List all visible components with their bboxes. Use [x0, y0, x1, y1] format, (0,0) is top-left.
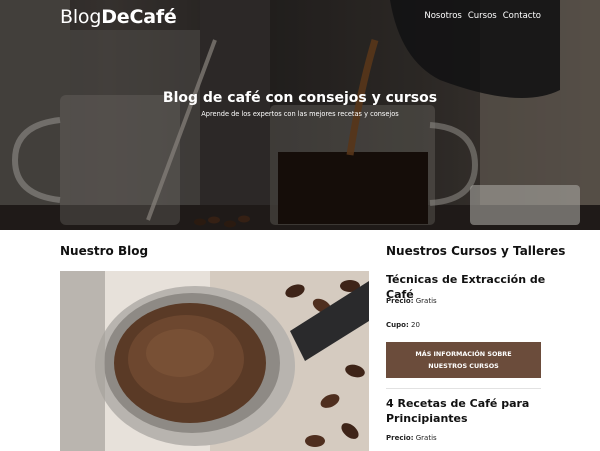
- course-divider: [386, 388, 541, 389]
- cupo-value: 20: [410, 321, 420, 329]
- main-nav: Nosotros Cursos Contacto: [424, 11, 541, 21]
- site-logo[interactable]: BlogDeCafé: [60, 6, 177, 28]
- more-info-button[interactable]: Más información sobre nuestros cursos: [386, 342, 541, 378]
- course-title[interactable]: 4 Recetas de Café para Principiantes: [386, 396, 546, 426]
- nav-link-nosotros[interactable]: Nosotros: [424, 11, 461, 21]
- blog-heading: Nuestro Blog: [60, 244, 149, 258]
- logo-text-decafe: DeCafé: [101, 6, 177, 28]
- price-value: Gratis: [415, 297, 437, 305]
- course-capacity: Cupo: 20: [386, 321, 420, 329]
- nav-link-contacto[interactable]: Contacto: [503, 11, 541, 21]
- courses-heading: Nuestros Cursos y Talleres: [386, 244, 566, 258]
- logo-text-blog: Blog: [60, 6, 102, 28]
- cupo-label: Cupo:: [386, 321, 409, 329]
- price-label: Precio:: [386, 434, 414, 442]
- price-value: Gratis: [415, 434, 437, 442]
- course-price: Precio: Gratis: [386, 434, 437, 442]
- course-price: Precio: Gratis: [386, 297, 437, 305]
- portafilter-coffee-image: [60, 271, 369, 451]
- price-label: Precio:: [386, 297, 414, 305]
- blog-post-image[interactable]: [60, 271, 369, 451]
- hero-subtitle: Aprende de los expertos con las mejores …: [201, 110, 399, 118]
- hero-title: Blog de café con consejos y cursos: [162, 90, 438, 106]
- nav-link-cursos[interactable]: Cursos: [468, 11, 497, 21]
